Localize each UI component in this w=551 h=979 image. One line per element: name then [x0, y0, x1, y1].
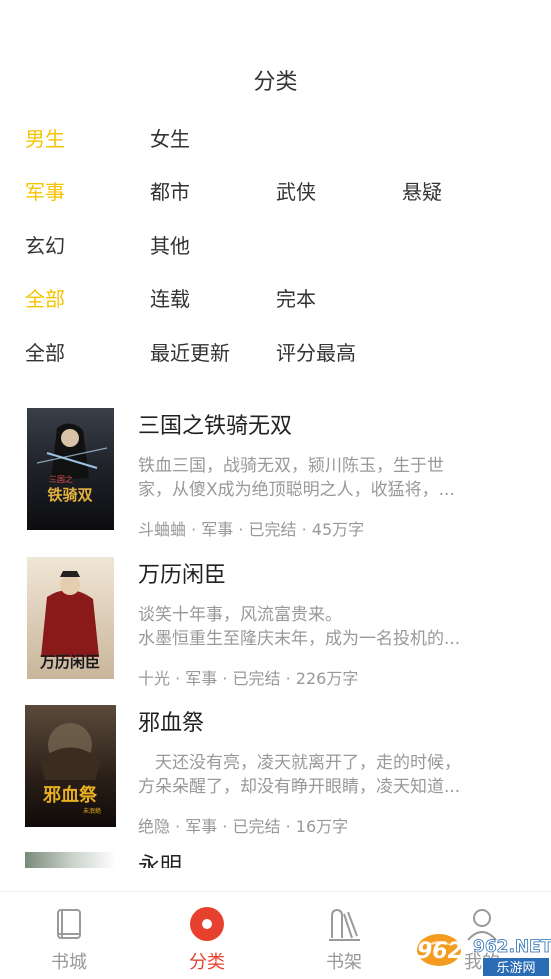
sort-filter-row: 全部 最近更新 评分最高	[0, 333, 551, 373]
status-filter-row: 全部 连载 完本	[0, 279, 551, 319]
category-filter-row-2: 玄幻 其他	[0, 226, 551, 266]
book-icon	[49, 904, 89, 944]
filter-category-military[interactable]: 军事	[25, 172, 65, 212]
book-description-line: 天还没有亮，凌天就离开了，走的时候，	[138, 753, 461, 773]
book-description-line: 水墨恒重生至隆庆末年，成为一名投机的...	[138, 629, 461, 649]
category-icon	[187, 904, 227, 944]
book-list-item[interactable]: 邪血祭 未泯絶 邪血祭 天还没有亮，凌天就离开了，走的时候， 方朵朵醒了，却没有…	[0, 705, 551, 845]
book-title: 万历闲臣	[138, 563, 227, 588]
book-meta: 十光 · 军事 · 已完结 · 226万字	[138, 669, 359, 688]
svg-text:962: 962	[417, 939, 463, 964]
svg-text:铁骑双: 铁骑双	[47, 486, 92, 504]
tab-label: 书架	[326, 952, 362, 973]
gender-filter-row: 男生 女生	[0, 119, 551, 159]
book-title: 永明	[138, 854, 183, 868]
book-cover-image: 铁骑双 三国之	[27, 408, 114, 530]
category-filter-row-1: 军事 都市 武侠 悬疑	[0, 172, 551, 212]
tab-label: 书城	[51, 952, 87, 973]
filter-status-complete[interactable]: 完本	[276, 279, 316, 319]
watermark-text: 962.NET	[473, 937, 551, 957]
book-cover-image	[25, 852, 116, 868]
book-description-line: 方朵朵醒了，却没有睁开眼睛，凌天知道...	[138, 777, 461, 797]
tab-bookshelf[interactable]: 书架	[275, 892, 413, 979]
svg-text:邪血祭: 邪血祭	[42, 784, 98, 806]
filter-category-fantasy[interactable]: 玄幻	[25, 226, 65, 266]
watermark-subtext: 乐游网	[496, 961, 535, 976]
filter-sort-recent[interactable]: 最近更新	[150, 333, 230, 373]
filter-gender-female[interactable]: 女生	[150, 119, 190, 159]
svg-text:万历闲臣: 万历闲臣	[39, 653, 100, 671]
tab-label: 分类	[189, 952, 225, 973]
book-meta: 斗蛐蛐 · 军事 · 已完结 · 45万字	[138, 520, 365, 539]
book-description-line: 家，从傻X成为绝顶聪明之人，收猛将，...	[138, 480, 455, 500]
filter-category-mystery[interactable]: 悬疑	[402, 172, 442, 212]
tab-bookstore[interactable]: 书城	[0, 892, 138, 979]
book-list-item[interactable]: 万历闲臣 万历闲臣 谈笑十年事，风流富贵来。 水墨恒重生至隆庆末年，成为一名投机…	[0, 557, 551, 697]
filter-sort-all[interactable]: 全部	[25, 333, 65, 373]
svg-text:三国之: 三国之	[49, 474, 73, 484]
book-cover-image: 万历闲臣	[27, 557, 114, 679]
filter-category-other[interactable]: 其他	[150, 226, 190, 266]
bookshelf-icon	[324, 904, 364, 944]
site-watermark: 962 962.NET 乐游网	[411, 928, 551, 978]
tab-category[interactable]: 分类	[138, 892, 276, 979]
book-description: 天还没有亮，凌天就离开了，走的时候， 方朵朵醒了，却没有睁开眼睛，凌天知道...	[138, 751, 490, 799]
book-meta: 绝隐 · 军事 · 已完结 · 16万字	[138, 817, 349, 836]
book-title: 三国之铁骑无双	[138, 414, 293, 439]
book-list-item[interactable]: 永明	[0, 852, 551, 868]
book-cover-image: 邪血祭 未泯絶	[25, 705, 116, 827]
filter-sort-rating[interactable]: 评分最高	[276, 333, 356, 373]
filter-category-urban[interactable]: 都市	[150, 172, 190, 212]
book-description-line: 谈笑十年事，风流富贵来。	[138, 605, 342, 625]
book-description: 铁血三国，战骑无双，颍川陈玉，生于世 家，从傻X成为绝顶聪明之人，收猛将，...	[138, 454, 490, 502]
filter-status-serial[interactable]: 连载	[150, 279, 190, 319]
book-title: 邪血祭	[138, 711, 205, 736]
filter-status-all[interactable]: 全部	[25, 279, 65, 319]
page-title: 分类	[253, 70, 298, 95]
svg-text:未泯絶: 未泯絶	[83, 807, 101, 815]
book-list-item[interactable]: 铁骑双 三国之 三国之铁骑无双 铁血三国，战骑无双，颍川陈玉，生于世 家，从傻X…	[0, 408, 551, 548]
filter-gender-male[interactable]: 男生	[25, 119, 65, 159]
book-description: 谈笑十年事，风流富贵来。 水墨恒重生至隆庆末年，成为一名投机的...	[138, 603, 490, 651]
filter-category-wuxia[interactable]: 武侠	[276, 172, 316, 212]
book-description-line: 铁血三国，战骑无双，颍川陈玉，生于世	[138, 456, 444, 476]
